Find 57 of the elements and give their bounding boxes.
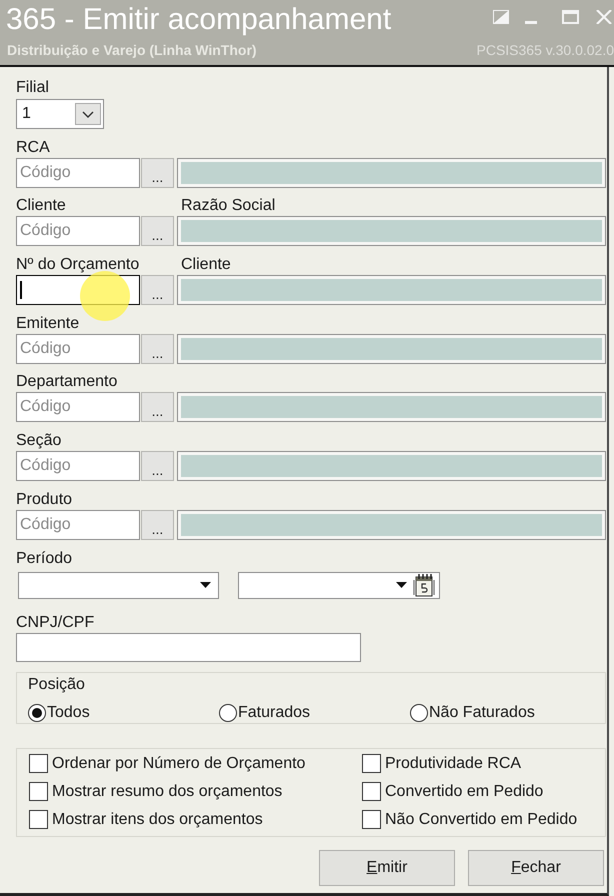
text-cursor-icon [20,281,22,300]
code-input[interactable]: Código [16,216,140,246]
window-subtitle: Distribuição e Varejo (Linha WinThor) [7,41,257,59]
cnpj-cpf-input[interactable] [16,632,361,662]
date-dropdown[interactable] [238,572,440,599]
lookup-button[interactable]: ... [141,510,174,540]
window-title: 365 - Emitir acompanhament [5,2,392,37]
radio-button[interactable] [28,704,46,722]
checkbox-option[interactable]: Produtividade RCA [362,750,605,778]
field-label: Nº do Orçamento [16,256,140,274]
code-input[interactable]: Código [16,158,140,188]
field-label: Cliente [16,197,67,216]
radio-option[interactable]: Não Faturados [410,704,605,722]
checkbox[interactable] [362,810,381,830]
filial-dropdown[interactable]: 1 [16,99,104,129]
radio-option[interactable]: Todos [28,704,219,722]
checkbox-option[interactable]: Não Convertido em Pedido [362,806,605,834]
chevron-down-icon [82,110,94,118]
code-input[interactable]: Código [16,510,140,540]
field-label: Seção [16,432,62,450]
checkbox-option[interactable]: Mostrar resumo dos orçamentos [29,778,362,806]
checkbox[interactable] [29,782,48,802]
radio-button[interactable] [219,704,237,722]
code-input[interactable]: Código [16,451,140,482]
radio-button[interactable] [410,704,428,722]
calendar-icon[interactable] [413,573,435,598]
field-label: Emitente [16,314,80,333]
checkbox[interactable] [29,810,48,830]
lookup-button[interactable]: ... [141,451,174,482]
field-label: CNPJ/CPF [16,614,96,632]
field-label: RCA [16,138,51,157]
field-label: Produto [16,490,74,509]
checkbox-option[interactable]: Ordenar por Número de Orçamento [29,750,362,778]
dropdown-button[interactable] [75,103,101,125]
dropdown-arrow-icon [396,582,407,588]
lookup-button[interactable]: ... [141,158,174,188]
field-label: Departamento [16,373,118,392]
checkbox-option[interactable]: Convertido em Pedido [362,778,605,806]
dialog-button[interactable]: Fechar [468,850,604,886]
group-label: Posição [28,676,86,694]
field-label: Cliente [181,256,231,274]
checkbox[interactable] [362,782,381,802]
field-label: Filial [16,79,50,97]
radio-option[interactable]: Faturados [219,704,410,722]
lookup-button[interactable]: ... [141,392,174,422]
lookup-button[interactable]: ... [141,334,174,364]
checkbox[interactable] [362,754,381,774]
checkbox-option[interactable]: Mostrar itens dos orçamentos [29,806,362,834]
field-label: Razão Social [181,197,276,216]
lookup-button[interactable]: ... [141,216,174,246]
field-label: Período [16,550,74,568]
checkbox[interactable] [29,754,48,774]
code-input[interactable]: Código [16,392,140,422]
code-input[interactable]: Código [16,334,140,364]
dialog-button[interactable]: Emitir [319,850,455,886]
dropdown-arrow-icon [200,582,211,588]
lookup-button[interactable]: ... [141,275,174,306]
